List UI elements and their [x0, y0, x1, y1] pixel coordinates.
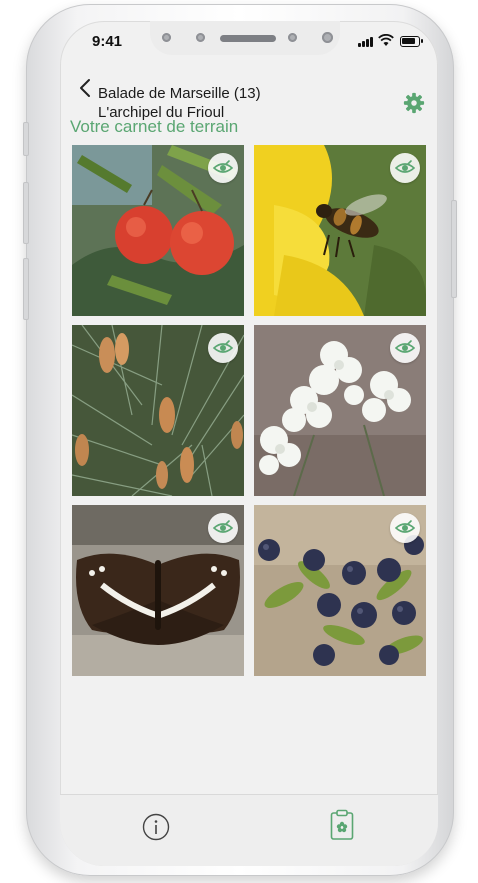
app-header: Balade de Marseille (13) L'archipel du F…	[60, 65, 438, 125]
eye-icon[interactable]	[390, 333, 420, 363]
volume-up-button	[23, 182, 29, 244]
photo-tile-flowers[interactable]	[254, 325, 426, 496]
clipboard-flower-icon[interactable]	[330, 809, 354, 841]
photo-tile-pine[interactable]	[72, 325, 244, 496]
app-screen: 9:41 Balade de Marseille (13) L'archipel…	[60, 21, 438, 866]
sensor-icon	[288, 33, 297, 42]
battery-icon	[400, 36, 423, 47]
eye-icon[interactable]	[208, 513, 238, 543]
wifi-icon	[378, 34, 394, 46]
eye-icon[interactable]	[390, 153, 420, 183]
section-title: Votre carnet de terrain	[70, 117, 239, 136]
speaker-grille	[220, 35, 276, 42]
power-button	[451, 200, 457, 298]
eye-icon[interactable]	[208, 153, 238, 183]
volume-down-button	[23, 258, 29, 320]
notch	[150, 21, 340, 55]
chevron-left-icon[interactable]	[74, 73, 98, 103]
gear-icon[interactable]	[403, 92, 425, 114]
photo-tile-arbutus[interactable]	[72, 145, 244, 316]
photo-tile-butterfly[interactable]	[72, 505, 244, 676]
photo-tile-berries[interactable]	[254, 505, 426, 676]
eye-icon[interactable]	[390, 513, 420, 543]
eye-icon[interactable]	[208, 333, 238, 363]
info-icon[interactable]	[142, 813, 170, 841]
sensor-icon	[162, 33, 171, 42]
bottom-tab-bar	[60, 794, 438, 866]
photo-tile-bee[interactable]	[254, 145, 426, 316]
camera-icon	[322, 32, 333, 43]
page-title: Balade de Marseille (13)	[98, 85, 261, 102]
status-bar: 9:41	[60, 21, 438, 65]
status-time: 9:41	[92, 33, 123, 50]
sensor-icon	[196, 33, 205, 42]
mute-switch	[23, 122, 29, 156]
